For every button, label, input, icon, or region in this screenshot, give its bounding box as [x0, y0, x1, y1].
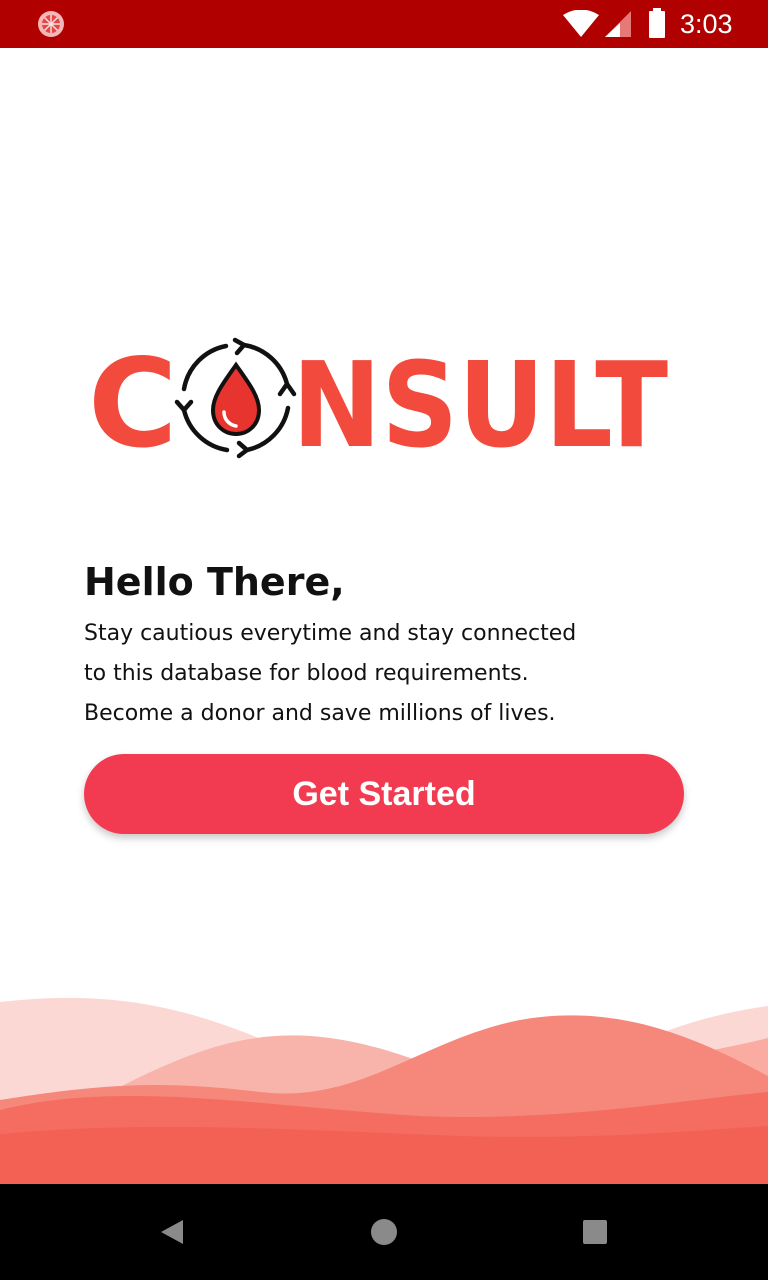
- status-clock: 3:03: [680, 9, 733, 39]
- navigation-bar: [0, 1184, 768, 1280]
- wifi-icon: [563, 10, 599, 37]
- blood-drop-cycle-icon: [174, 337, 297, 459]
- consult-logo: C NSULT: [88, 336, 668, 462]
- home-icon[interactable]: [360, 1208, 408, 1256]
- logo-letter-c: C: [88, 336, 178, 462]
- battery-icon: [649, 8, 665, 38]
- greeting-title: Hello There,: [84, 560, 345, 604]
- logo-letters-nsult: NSULT: [292, 336, 668, 462]
- app-notification-icon: [38, 11, 64, 37]
- intro-line-3: Become a donor and save millions of live…: [84, 701, 556, 726]
- status-bar: 3:03: [0, 0, 768, 48]
- intro-line-2: to this database for blood requirements.: [84, 661, 529, 686]
- cellular-signal-icon: [605, 11, 631, 37]
- intro-description: Stay cautious everytime and stay connect…: [84, 614, 684, 734]
- back-icon[interactable]: [148, 1208, 196, 1256]
- intro-line-1: Stay cautious everytime and stay connect…: [84, 621, 577, 646]
- decorative-waves: [0, 997, 768, 1184]
- recents-icon[interactable]: [571, 1208, 619, 1256]
- get-started-button[interactable]: Get Started: [84, 754, 684, 834]
